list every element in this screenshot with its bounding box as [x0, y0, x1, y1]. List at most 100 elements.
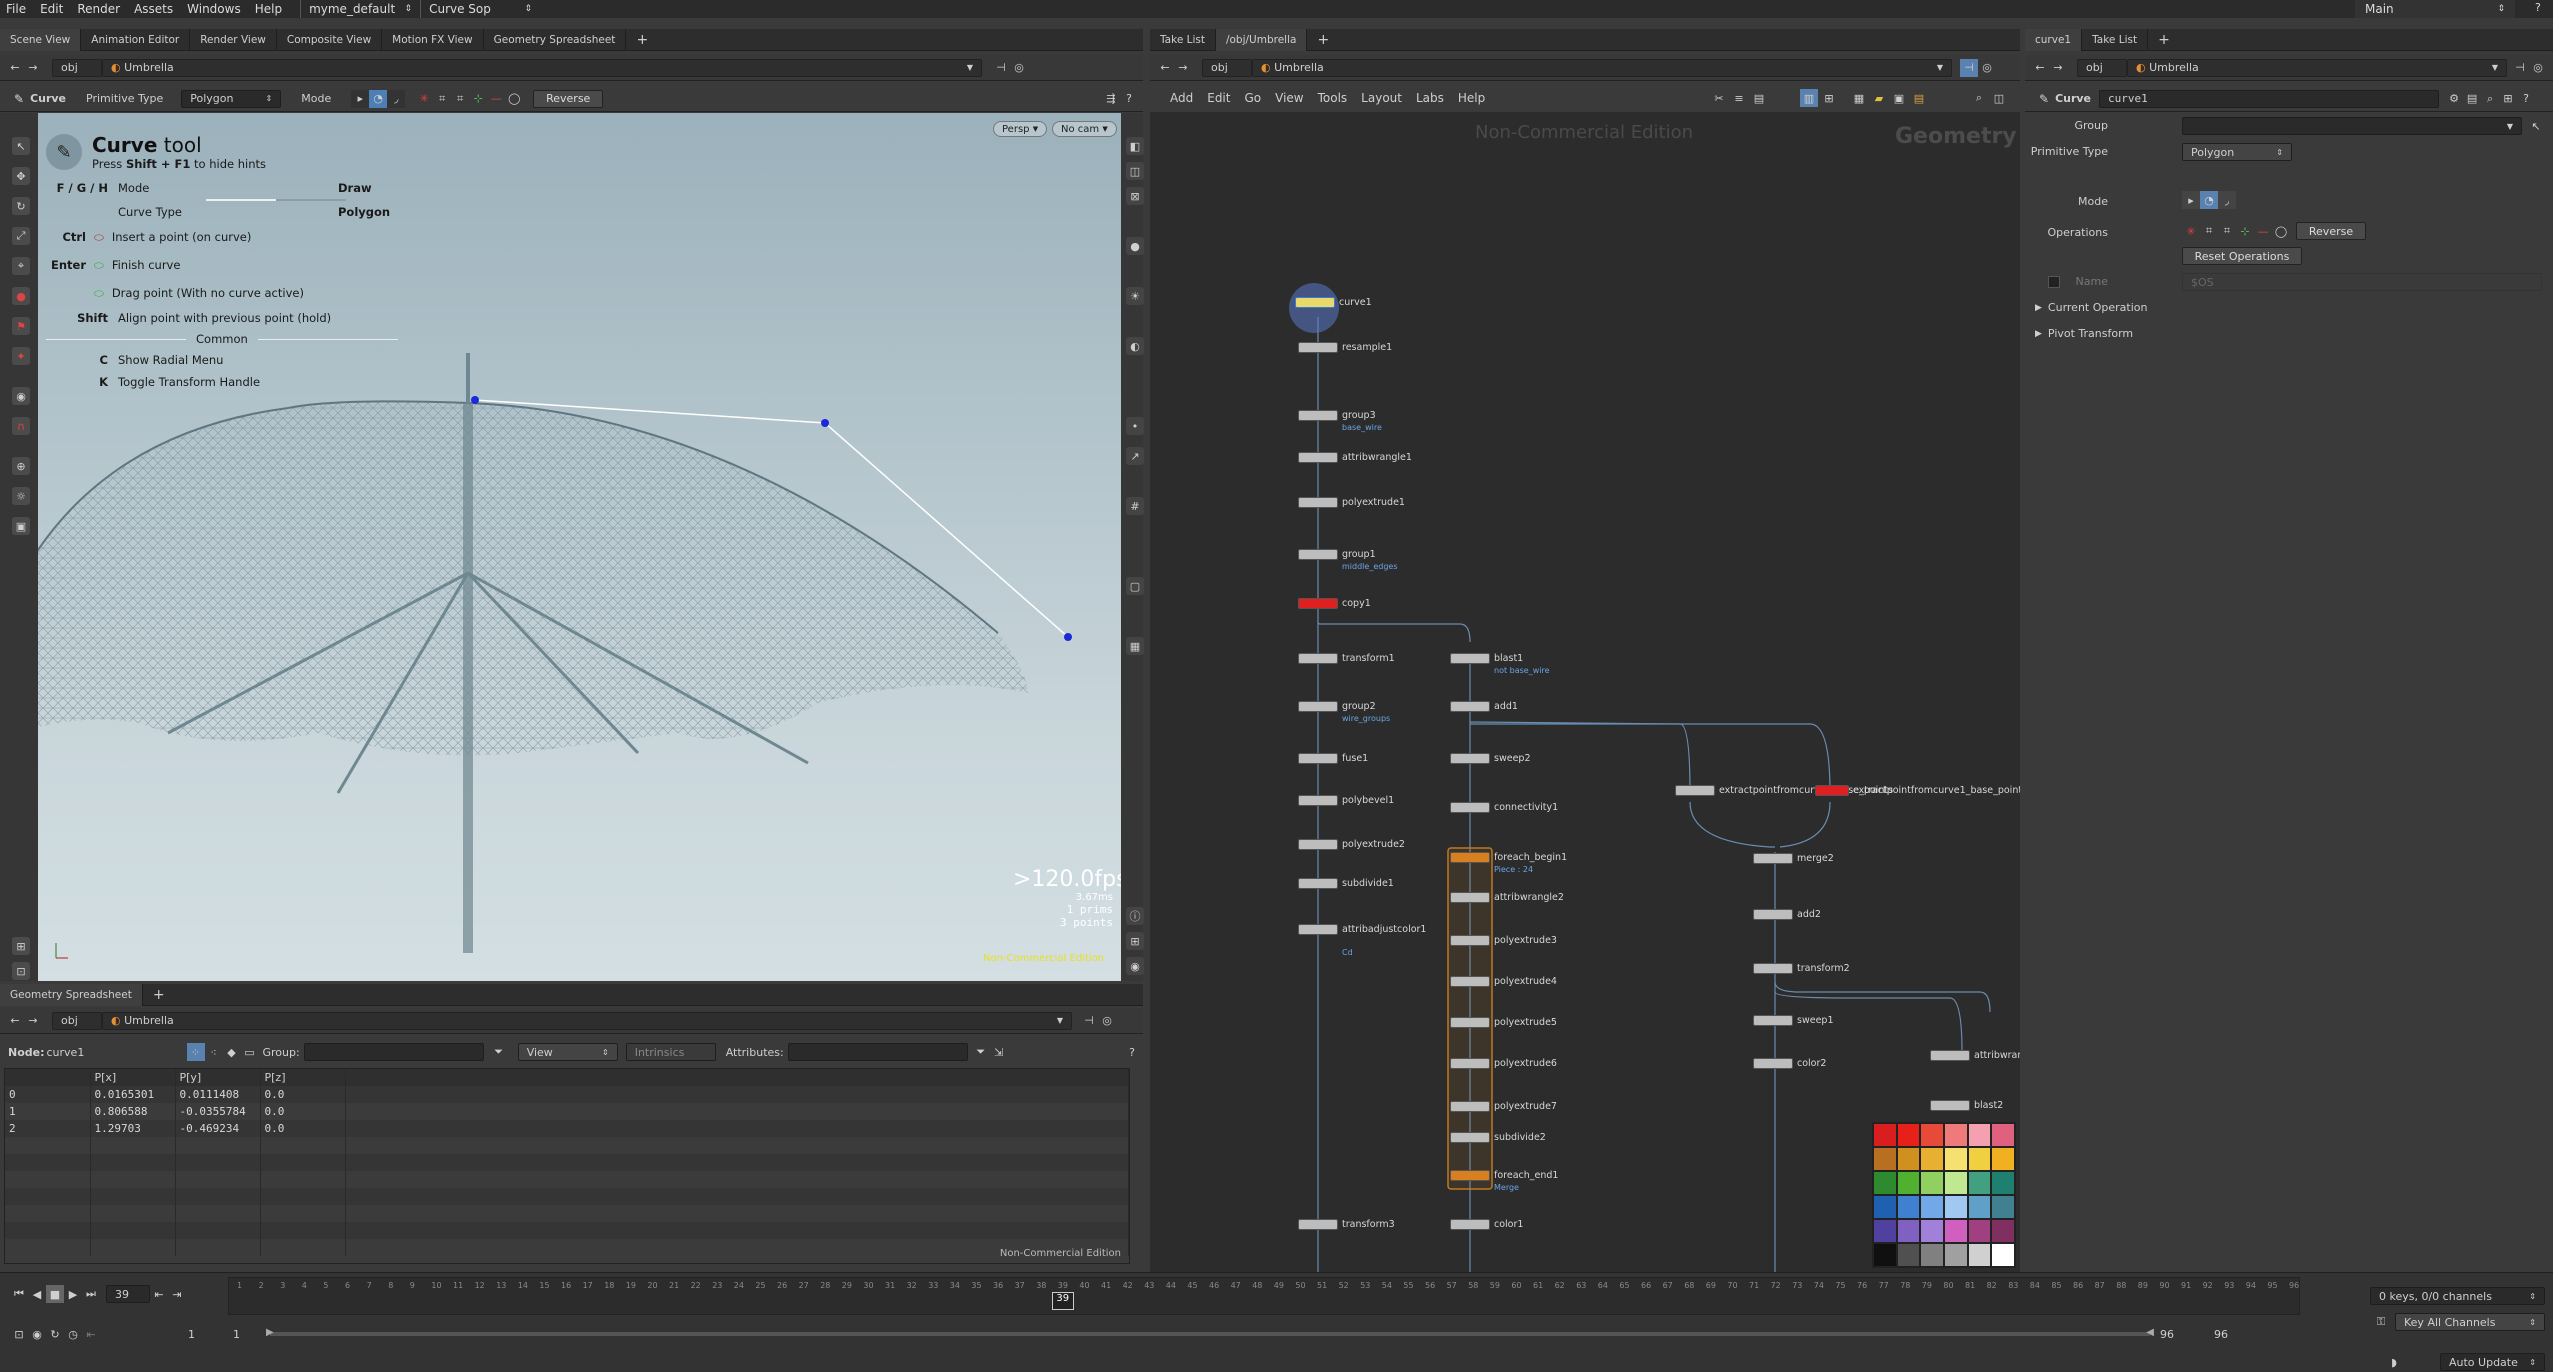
wireframe-icon[interactable]: ◫ — [1126, 162, 1144, 180]
export-icon[interactable]: ⇲ — [990, 1043, 1008, 1061]
node-curve1[interactable]: curve1 — [1289, 283, 1372, 333]
forward-arrow-icon[interactable]: → — [24, 1012, 42, 1030]
node-group2[interactable]: group2 wire_groups — [1298, 701, 1390, 723]
back-arrow-icon[interactable]: ← — [6, 59, 24, 77]
network-settings-icon[interactable]: ◫ — [1990, 89, 2008, 107]
path-root[interactable]: obj — [52, 1011, 102, 1030]
menu-windows[interactable]: Windows — [187, 2, 241, 16]
range-end2[interactable]: 96 — [2214, 1328, 2228, 1341]
op-join-icon[interactable]: ⌗ — [2218, 222, 2236, 240]
node-merge2[interactable]: merge2 — [1753, 853, 1834, 864]
net-menu-go[interactable]: Go — [1244, 91, 1261, 105]
color-swatch[interactable] — [1968, 1124, 1991, 1146]
sticky-icon[interactable]: ▰ — [1870, 89, 1888, 107]
node-polyextrude3[interactable]: polyextrude3 — [1450, 935, 1557, 946]
mode-draw-icon[interactable]: ▸ — [351, 89, 370, 108]
op-connect-icon[interactable]: ⊹ — [2236, 222, 2254, 240]
normals-icon[interactable]: ↗ — [1126, 447, 1144, 465]
node-sweep2[interactable]: sweep2 — [1450, 753, 1530, 764]
node-connectivity1[interactable]: connectivity1 — [1450, 802, 1558, 813]
color-swatch[interactable] — [1992, 1196, 2014, 1218]
color-swatch[interactable] — [1992, 1148, 2014, 1170]
path-root[interactable]: obj — [2077, 58, 2127, 77]
node-attribadjustcolor1[interactable]: attribadjustcolor1 Cd — [1298, 924, 1426, 957]
search-icon[interactable]: ⌕ — [2481, 90, 2499, 108]
col-header[interactable]: P[x] — [90, 1069, 176, 1086]
path-root[interactable]: obj — [1202, 58, 1252, 77]
magnet-tool-icon[interactable]: ∩ — [12, 417, 30, 435]
node-attribwrangle3[interactable]: attribwrang — [1930, 1050, 2020, 1061]
range-end-handle[interactable]: ◀ — [2146, 1327, 2154, 1338]
node-foreach-end1[interactable]: foreach_end1 Merge — [1450, 1170, 1558, 1192]
tab-params[interactable]: curve1 — [2025, 28, 2083, 51]
back-arrow-icon[interactable]: ← — [1156, 59, 1174, 77]
color-swatch[interactable] — [1874, 1148, 1896, 1170]
notes-icon[interactable]: ▦ — [1850, 89, 1868, 107]
node-color2[interactable]: color2 — [1753, 1058, 1826, 1069]
name-field[interactable]: $OS — [2182, 273, 2542, 291]
path-node[interactable]: ◐ Umbrella ▼ — [102, 1011, 1072, 1030]
range-slider[interactable]: ▶ ◀ — [266, 1327, 2154, 1338]
pin-icon[interactable]: ⊣ — [1960, 58, 1978, 77]
color-swatch[interactable] — [1874, 1172, 1896, 1194]
node-transform2[interactable]: transform2 — [1753, 963, 1850, 974]
op-split-icon[interactable]: ⌗ — [433, 90, 451, 108]
color-swatch[interactable] — [1992, 1244, 2014, 1266]
menu-file[interactable]: File — [6, 2, 26, 16]
menu-edit[interactable]: Edit — [40, 2, 63, 16]
col-header[interactable]: P[y] — [175, 1069, 261, 1086]
detail-mode-icon[interactable]: ▭ — [241, 1043, 259, 1061]
op-join-icon[interactable]: ⌗ — [451, 90, 469, 108]
display-options-icon[interactable]: ◧ — [1126, 137, 1144, 155]
op-delete-icon[interactable]: ✳ — [2182, 222, 2200, 240]
points-mode-icon[interactable]: ⁘ — [186, 1043, 205, 1061]
snapshot-tool-icon[interactable]: ⊡ — [12, 962, 30, 980]
color-swatch[interactable] — [1968, 1244, 1991, 1266]
op-delete-icon[interactable]: ✳ — [415, 90, 433, 108]
path-node[interactable]: ◐ Umbrella ▼ — [102, 58, 982, 77]
node-polybevel1[interactable]: polybevel1 — [1298, 795, 1394, 806]
bbox-icon[interactable]: ▢ — [1126, 577, 1144, 595]
color-swatch[interactable] — [1944, 1196, 1967, 1218]
op-cut-icon[interactable]: — — [2254, 222, 2272, 240]
key-icon[interactable]: ⚿ — [2372, 1313, 2390, 1331]
color-swatch[interactable] — [1968, 1196, 1991, 1218]
tab-scene-view[interactable]: Scene View — [0, 28, 82, 51]
op-split-icon[interactable]: ⌗ — [2200, 222, 2218, 240]
color-swatch[interactable] — [1944, 1220, 1967, 1242]
op-close-icon[interactable]: ◯ — [2272, 222, 2290, 240]
help-icon[interactable]: ? — [2517, 90, 2535, 108]
tab-composite-view[interactable]: Composite View — [277, 28, 383, 51]
table-row[interactable]: 0 0.0165301 0.0111408 0.0 — [5, 1086, 1129, 1103]
color-swatch[interactable] — [1944, 1148, 1967, 1170]
table-row[interactable]: 2 1.29703 -0.469234 0.0 — [5, 1120, 1129, 1137]
forward-arrow-icon[interactable]: → — [2049, 59, 2067, 77]
grid-tool-icon[interactable]: ⊞ — [12, 937, 30, 955]
node-polyextrude2[interactable]: polyextrude2 — [1298, 839, 1405, 850]
search-icon[interactable]: ⌕ — [1970, 89, 1988, 107]
net-menu-edit[interactable]: Edit — [1207, 91, 1230, 105]
color-swatch[interactable] — [1968, 1148, 1991, 1170]
snap-tool-icon[interactable]: ● — [12, 287, 30, 305]
jump-start-icon[interactable]: ⏮ — [10, 1285, 28, 1303]
tools-icon[interactable]: ✂ — [1710, 89, 1728, 107]
tab-take-list[interactable]: Take List — [2082, 28, 2149, 51]
net-menu-view[interactable]: View — [1275, 91, 1303, 105]
color-swatch[interactable] — [1874, 1196, 1896, 1218]
tab-network[interactable]: /obj/Umbrella — [1215, 28, 1308, 51]
col-header[interactable]: P[z] — [260, 1069, 346, 1086]
jump-end-icon[interactable]: ⏭ — [82, 1285, 100, 1303]
gear-icon[interactable]: ⚙ — [2445, 90, 2463, 108]
node-transform3[interactable]: transform3 — [1298, 1219, 1395, 1230]
lock-icon[interactable]: ⊠ — [1126, 187, 1144, 205]
frame-field[interactable]: 39 — [106, 1285, 150, 1303]
tab-spreadsheet[interactable]: Geometry Spreadsheet — [0, 983, 143, 1006]
filter-icon[interactable]: ⏷ — [490, 1043, 508, 1061]
node-polyextrude5[interactable]: polyextrude5 — [1450, 1017, 1557, 1028]
node-transform1[interactable]: transform1 — [1298, 653, 1395, 664]
ghost-icon[interactable]: ◐ — [1126, 337, 1144, 355]
color-swatch[interactable] — [1944, 1124, 1967, 1146]
loop-icon[interactable]: ↻ — [46, 1325, 64, 1343]
color-swatch[interactable] — [1921, 1220, 1943, 1242]
node-extractpoints2[interactable]: extractpointfromcurve1_base_points1 — [1815, 785, 2020, 796]
